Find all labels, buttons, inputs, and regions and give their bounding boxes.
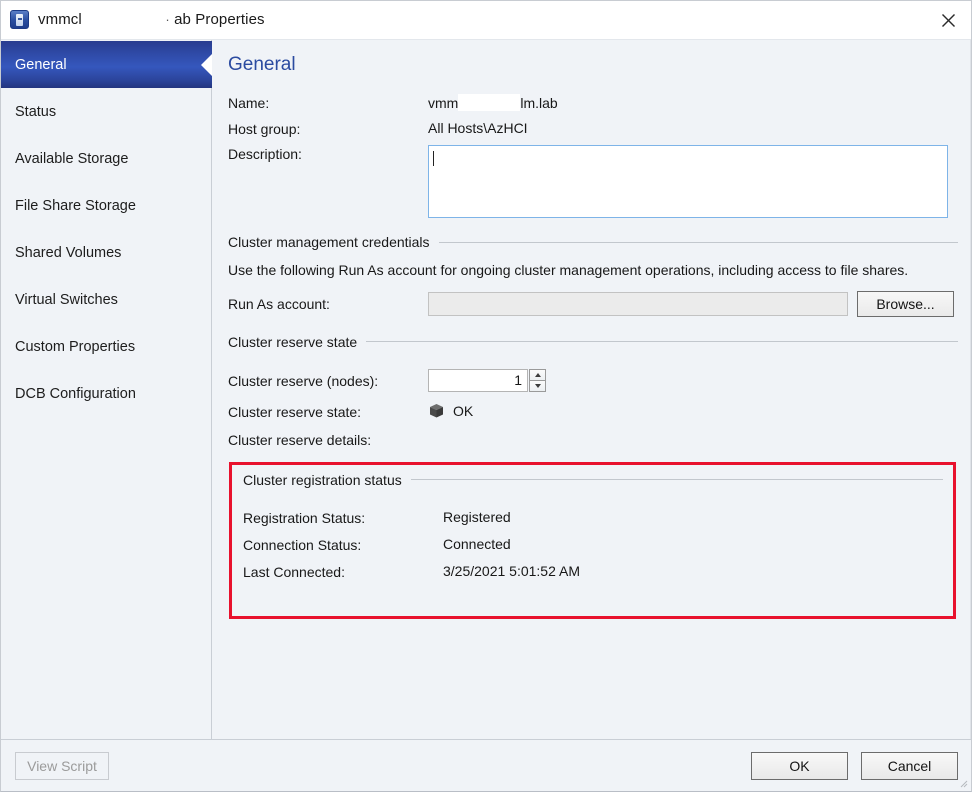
sidebar-item-label: Available Storage <box>15 151 128 167</box>
group-divider <box>411 479 943 480</box>
sidebar-item-general[interactable]: General <box>1 41 212 88</box>
sidebar-item-label: Status <box>15 104 56 120</box>
dialog-body: General Status Available Storage File Sh… <box>1 39 971 739</box>
chevron-down-icon <box>535 384 541 388</box>
last-connected-label: Last Connected: <box>243 563 443 580</box>
view-script-button[interactable]: View Script <box>15 752 109 780</box>
title-separator: · <box>165 12 169 27</box>
sidebar-item-shared-volumes[interactable]: Shared Volumes <box>1 229 211 276</box>
host-group-row: Host group: All Hosts\AzHCI <box>228 120 958 137</box>
reserve-group-header: Cluster reserve state <box>228 334 958 350</box>
name-label: Name: <box>228 94 428 111</box>
cluster-reserve-details-label: Cluster reserve details: <box>228 431 428 448</box>
description-row: Description: <box>228 145 958 218</box>
chevron-up-icon <box>535 373 541 377</box>
last-connected-value: 3/25/2021 5:01:52 AM <box>443 563 580 579</box>
credentials-group-title: Cluster management credentials <box>228 234 439 250</box>
general-panel: General Name: vmm lm.lab Host group: All … <box>212 40 971 739</box>
window-title: vmmcl · ab Properties <box>38 11 265 28</box>
sidebar-item-status[interactable]: Status <box>1 88 211 135</box>
title-bar: vmmcl · ab Properties <box>1 1 971 39</box>
sidebar-item-available-storage[interactable]: Available Storage <box>1 135 211 182</box>
sidebar-item-label: Virtual Switches <box>15 292 118 308</box>
panel-edge <box>970 40 971 739</box>
sidebar-item-label: General <box>15 57 67 73</box>
last-connected-row: Last Connected: 3/25/2021 5:01:52 AM <box>243 563 943 580</box>
name-value-suffix: lm.lab <box>520 95 557 111</box>
sidebar-item-label: DCB Configuration <box>15 386 136 402</box>
group-divider <box>366 341 958 342</box>
page-title: General <box>228 54 958 76</box>
cluster-reserve-state-label: Cluster reserve state: <box>228 403 428 420</box>
sidebar-item-file-share-storage[interactable]: File Share Storage <box>1 182 211 229</box>
reserve-group-title: Cluster reserve state <box>228 334 366 350</box>
close-button[interactable] <box>925 1 971 39</box>
dialog-footer: View Script OK Cancel <box>1 739 971 791</box>
credentials-group-header: Cluster management credentials <box>228 234 958 250</box>
ok-button[interactable]: OK <box>751 752 848 780</box>
sidebar-item-custom-properties[interactable]: Custom Properties <box>1 323 211 370</box>
properties-dialog: vmmcl · ab Properties General Status Ava… <box>0 0 972 792</box>
resize-grip-icon[interactable] <box>958 778 968 788</box>
text-caret <box>433 151 434 166</box>
sidebar-item-label: Shared Volumes <box>15 245 121 261</box>
cluster-node-icon <box>428 403 445 419</box>
registration-status-label: Registration Status: <box>243 509 443 526</box>
description-label: Description: <box>228 145 428 162</box>
connection-status-label: Connection Status: <box>243 536 443 553</box>
sidebar-nav: General Status Available Storage File Sh… <box>1 40 212 739</box>
run-as-account-row: Run As account: Browse... <box>228 291 958 317</box>
redaction-block <box>458 94 520 111</box>
name-value-prefix: vmm <box>428 95 458 111</box>
cluster-reserve-state-value: OK <box>453 403 473 419</box>
group-divider <box>439 242 958 243</box>
sidebar-item-label: File Share Storage <box>15 198 136 214</box>
registration-status-row: Registration Status: Registered <box>243 509 943 526</box>
window-title-suffix: ab Properties <box>174 11 265 28</box>
description-input[interactable] <box>428 145 948 218</box>
name-value: vmm lm.lab <box>428 94 558 111</box>
registration-status-value: Registered <box>443 509 511 525</box>
stepper-down-button[interactable] <box>529 380 546 392</box>
connection-status-value: Connected <box>443 536 511 552</box>
cluster-reserve-nodes-stepper[interactable]: 1 <box>428 369 546 392</box>
sidebar-item-dcb-configuration[interactable]: DCB Configuration <box>1 370 211 417</box>
cluster-icon <box>10 10 29 29</box>
stepper-buttons <box>529 369 546 392</box>
selection-arrow-icon <box>201 54 212 76</box>
browse-button[interactable]: Browse... <box>857 291 954 317</box>
cluster-reserve-nodes-label: Cluster reserve (nodes): <box>228 372 428 389</box>
cluster-reserve-nodes-input[interactable]: 1 <box>428 369 528 392</box>
window-title-prefix: vmmcl <box>38 11 82 28</box>
run-as-account-label: Run As account: <box>228 295 428 312</box>
host-group-value: All Hosts\AzHCI <box>428 120 528 136</box>
sidebar-item-label: Custom Properties <box>15 339 135 355</box>
cluster-reserve-state-row: Cluster reserve state: OK <box>228 403 958 420</box>
name-row: Name: vmm lm.lab <box>228 94 958 111</box>
footer-actions: OK Cancel <box>751 752 958 780</box>
registration-group-header: Cluster registration status <box>243 472 943 488</box>
cluster-reserve-details-row: Cluster reserve details: <box>228 431 958 448</box>
stepper-up-button[interactable] <box>529 369 546 380</box>
run-as-account-input[interactable] <box>428 292 848 316</box>
sidebar-item-virtual-switches[interactable]: Virtual Switches <box>1 276 211 323</box>
host-group-label: Host group: <box>228 120 428 137</box>
connection-status-row: Connection Status: Connected <box>243 536 943 553</box>
cluster-reserve-nodes-row: Cluster reserve (nodes): 1 <box>228 369 958 392</box>
close-icon <box>941 13 956 28</box>
cluster-registration-status-highlight: Cluster registration status Registration… <box>229 462 956 619</box>
cancel-button[interactable]: Cancel <box>861 752 958 780</box>
credentials-description: Use the following Run As account for ong… <box>228 261 940 280</box>
registration-group-title: Cluster registration status <box>243 472 411 488</box>
